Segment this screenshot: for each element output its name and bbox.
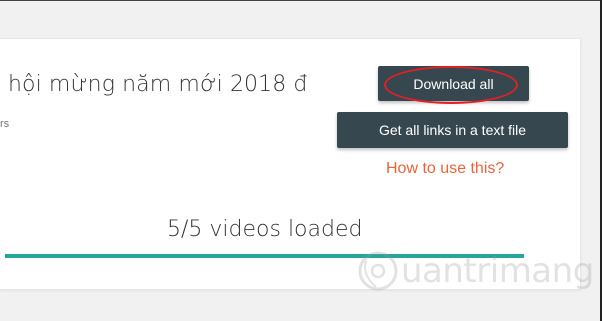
load-status: 5/5 videos loaded: [167, 217, 363, 242]
window-top-edge: [0, 0, 602, 1]
video-title: hội mừng năm mới 2018 đà: [8, 72, 308, 97]
get-links-button[interactable]: Get all links in a text file: [337, 112, 568, 148]
get-links-label: Get all links in a text file: [378, 122, 527, 138]
progress-bar-fill: [5, 254, 524, 258]
how-to-use-link[interactable]: How to use this?: [386, 160, 504, 178]
progress-bar: [5, 254, 524, 258]
video-subtitle: rs: [0, 118, 10, 130]
download-all-label: Download all: [413, 75, 494, 92]
download-all-button[interactable]: Download all: [378, 66, 529, 101]
